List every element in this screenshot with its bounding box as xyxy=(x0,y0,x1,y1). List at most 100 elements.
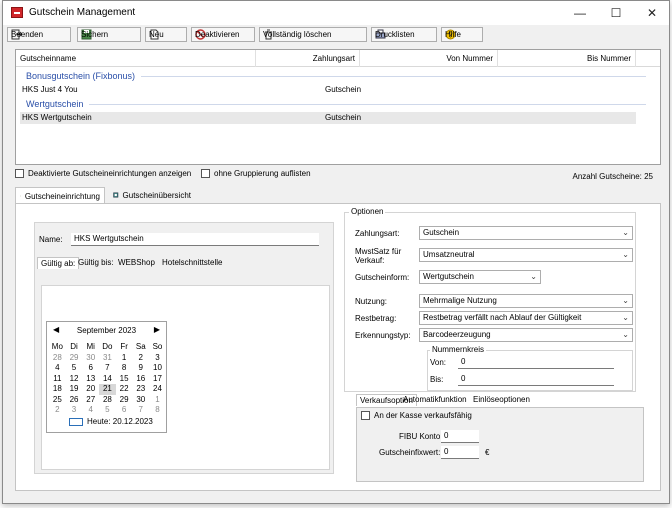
subtab-hotelschnittstelle[interactable]: Hotelschnittstelle xyxy=(159,257,225,269)
calendar-day[interactable]: 5 xyxy=(99,405,116,416)
maximize-button[interactable]: ☐ xyxy=(599,1,633,25)
close-button[interactable]: ✕ xyxy=(635,1,669,25)
calendar-day[interactable]: 17 xyxy=(149,374,166,385)
calendar-day[interactable]: 29 xyxy=(66,353,83,364)
optionen-legend: Optionen xyxy=(349,207,386,216)
subtab-einloeseoptionen[interactable]: Einlöseoptionen xyxy=(470,394,533,406)
calendar-day[interactable]: 13 xyxy=(82,374,99,385)
calendar-day[interactable]: 26 xyxy=(66,395,83,406)
column-header-gutscheinname[interactable]: Gutscheinname xyxy=(16,50,256,67)
column-header-zahlungsart[interactable]: Zahlungsart xyxy=(256,50,360,67)
gutscheinfixwert-field[interactable]: 0 xyxy=(441,446,479,459)
restbetrag-select[interactable]: Restbetrag verfällt nach Ablauf der Gült… xyxy=(419,311,633,325)
calendar-day[interactable]: 23 xyxy=(132,384,149,395)
calendar-day[interactable]: 21 xyxy=(99,384,116,395)
tab-label: Gutscheineinrichtung xyxy=(24,191,100,201)
subtab-gueltig-ab[interactable]: Gültig ab: xyxy=(37,257,80,269)
calendar-day[interactable]: 8 xyxy=(149,405,166,416)
deaktivieren-button[interactable]: Deaktivieren xyxy=(191,27,255,42)
no-grouping-label: ohne Gruppierung auflisten xyxy=(214,169,311,178)
calendar-day[interactable]: 1 xyxy=(149,395,166,406)
minimize-button[interactable]: — xyxy=(563,1,597,25)
zahlungsart-select[interactable]: Gutschein ⌄ xyxy=(419,226,633,240)
mwst-select[interactable]: Umsatzneutral ⌄ xyxy=(419,248,633,262)
name-field[interactable]: HKS Wertgutschein xyxy=(71,233,319,246)
subtab-webshop[interactable]: WEBShop xyxy=(115,257,158,269)
calendar-day[interactable]: 19 xyxy=(66,384,83,395)
calendar-day[interactable]: 14 xyxy=(99,374,116,385)
settings-icon xyxy=(20,195,21,197)
tab-gutscheineinrichtung[interactable]: Gutscheineinrichtung xyxy=(15,187,105,204)
calendar-week-row: 28 29 30 31 1 2 3 xyxy=(49,353,166,364)
voucher-list[interactable]: Gutscheinname Zahlungsart Von Nummer Bis… xyxy=(15,49,661,165)
erkennungstyp-select[interactable]: Barcodeerzeugung ⌄ xyxy=(419,328,633,342)
calendar-day[interactable]: 2 xyxy=(49,405,66,416)
calendar-day[interactable]: 16 xyxy=(132,374,149,385)
calendar-day[interactable]: 28 xyxy=(49,353,66,364)
calendar-day[interactable]: 10 xyxy=(149,363,166,374)
calendar-day[interactable]: 31 xyxy=(99,353,116,364)
table-row-selected[interactable]: HKS Wertgutschein Gutschein xyxy=(20,112,636,124)
drucklisten-button[interactable]: Drucklisten xyxy=(371,27,437,42)
calendar-day[interactable]: 6 xyxy=(116,405,133,416)
calendar-day[interactable]: 28 xyxy=(99,395,116,406)
hilfe-button[interactable]: ? Hilfe xyxy=(441,27,483,42)
calendar-day[interactable]: 25 xyxy=(49,395,66,406)
beenden-button[interactable]: Beenden xyxy=(7,27,71,42)
calendar-day[interactable]: 11 xyxy=(49,374,66,385)
calendar-day[interactable]: 30 xyxy=(82,353,99,364)
gutscheinform-select[interactable]: Wertgutschein ⌄ xyxy=(419,270,541,284)
kasse-verkaufsfaehig-checkbox[interactable]: An der Kasse verkaufsfähig xyxy=(361,411,472,420)
bis-field[interactable]: 0 xyxy=(458,373,614,386)
fibu-konto-label: FIBU Konto: xyxy=(399,432,443,441)
group-header-wertgutschein[interactable]: Wertgutschein xyxy=(26,99,646,109)
no-grouping-checkbox[interactable]: ohne Gruppierung auflisten xyxy=(201,169,311,178)
calendar-day[interactable]: 15 xyxy=(116,374,133,385)
table-row[interactable]: HKS Just 4 You Gutschein xyxy=(20,84,636,96)
calendar-day[interactable]: 12 xyxy=(66,374,83,385)
date-calendar[interactable]: ◀ September 2023 ▶ Mo Di Mi Do Fr Sa So 28 29 30 3… xyxy=(46,321,167,433)
calendar-day[interactable]: 6 xyxy=(82,363,99,374)
calendar-day[interactable]: 1 xyxy=(116,353,133,364)
checkbox-box[interactable] xyxy=(201,169,210,178)
calendar-day[interactable]: 4 xyxy=(82,405,99,416)
subtab-gueltig-bis[interactable]: Gültig bis: xyxy=(75,257,117,269)
calendar-day[interactable]: 2 xyxy=(132,353,149,364)
column-header-bis-nummer[interactable]: Bis Nummer xyxy=(498,50,636,67)
calendar-day[interactable]: 27 xyxy=(82,395,99,406)
vollstaendig-loeschen-button[interactable]: Vollständig löschen xyxy=(259,27,367,42)
calendar-month-title[interactable]: September 2023 xyxy=(47,326,166,335)
calendar-day[interactable]: 18 xyxy=(49,384,66,395)
calendar-day[interactable]: 8 xyxy=(116,363,133,374)
gutscheinfixwert-label: Gutscheinfixwert: xyxy=(379,448,441,457)
sichern-label: Sichern xyxy=(81,30,109,39)
calendar-day[interactable]: 20 xyxy=(82,384,99,395)
calendar-day[interactable]: 22 xyxy=(116,384,133,395)
calendar-day[interactable]: 4 xyxy=(49,363,66,374)
calendar-day[interactable]: 3 xyxy=(66,405,83,416)
von-label: Von: xyxy=(430,358,447,367)
checkbox-box[interactable] xyxy=(361,411,370,420)
calendar-day[interactable]: 7 xyxy=(132,405,149,416)
group-header-bonusgutschein[interactable]: Bonusgutschein (Fixbonus) xyxy=(26,71,646,81)
checkbox-box[interactable] xyxy=(15,169,24,178)
today-link[interactable]: Heute: 20.12.2023 xyxy=(69,417,153,426)
calendar-day[interactable]: 9 xyxy=(132,363,149,374)
calendar-day[interactable]: 24 xyxy=(149,384,166,395)
calendar-day[interactable]: 29 xyxy=(116,395,133,406)
subtab-automatikfunktion[interactable]: Automatikfunktion xyxy=(400,394,470,406)
calendar-day[interactable]: 30 xyxy=(132,395,149,406)
von-field[interactable]: 0 xyxy=(458,356,614,369)
next-month-arrow[interactable]: ▶ xyxy=(154,325,160,334)
tab-gutscheinuebersicht[interactable]: Gutscheinübersicht xyxy=(109,187,195,203)
calendar-day[interactable]: 5 xyxy=(66,363,83,374)
nutzung-select[interactable]: Mehrmalige Nutzung ⌄ xyxy=(419,294,633,308)
show-deactivated-checkbox[interactable]: Deaktivierte Gutscheineinrichtungen anze… xyxy=(15,169,191,178)
column-header-von-nummer[interactable]: Von Nummer xyxy=(360,50,498,67)
calendar-day[interactable]: 3 xyxy=(149,353,166,364)
calendar-day[interactable]: 7 xyxy=(99,363,116,374)
neu-button[interactable]: Neu xyxy=(145,27,187,42)
fibu-konto-field[interactable]: 0 xyxy=(441,430,479,443)
weekday-row: Mo Di Mi Do Fr Sa So xyxy=(49,342,166,353)
sichern-button[interactable]: Sichern xyxy=(77,27,141,42)
